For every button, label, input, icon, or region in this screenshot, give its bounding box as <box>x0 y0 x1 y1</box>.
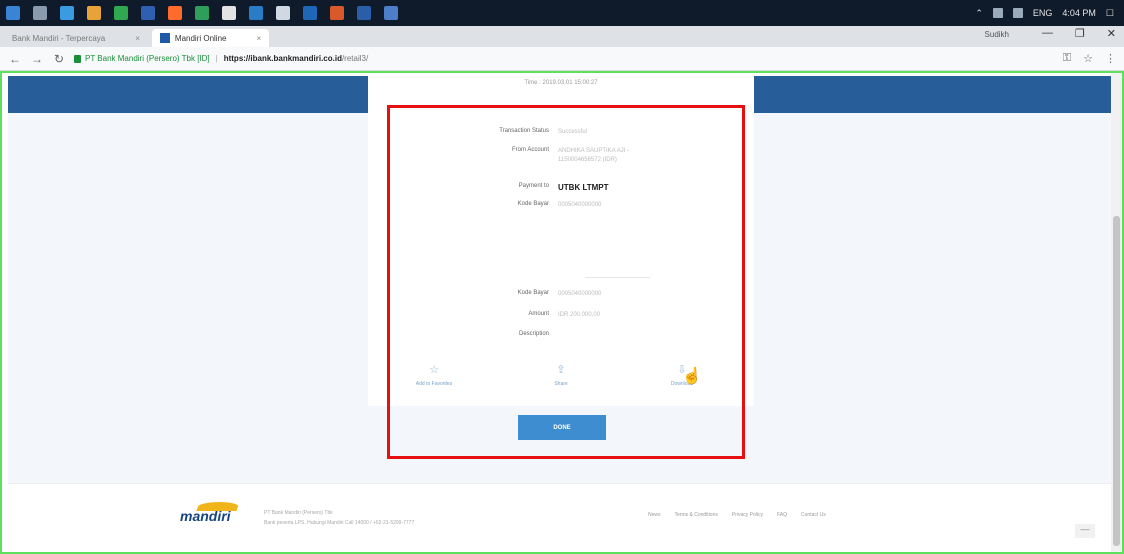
url-host: https://ibank.bankmandiri.co.id <box>223 54 342 63</box>
header-band-left <box>8 76 369 113</box>
minimize-chat-button[interactable]: — <box>1075 524 1095 538</box>
tab-bank-mandiri[interactable]: Bank Mandiri - Terpercaya × <box>4 29 148 47</box>
taskbar-app-icon[interactable] <box>168 6 182 20</box>
tab-mandiri-online[interactable]: Mandiri Online × <box>151 29 270 47</box>
footer-link[interactable]: News <box>648 512 661 518</box>
footer-link[interactable]: Contact Us <box>801 512 826 518</box>
reload-icon[interactable]: ↻ <box>52 52 66 66</box>
taskbar-app-icon[interactable] <box>276 6 290 20</box>
footer-link[interactable]: Privacy Policy <box>732 512 763 518</box>
star-icon[interactable]: ☆ <box>1083 52 1093 65</box>
minimize-button[interactable]: — <box>1042 27 1053 40</box>
taskbar-app-icon[interactable] <box>87 6 101 20</box>
footer-info: PT Bank Mandiri (Persero) Tbk Bank peser… <box>264 508 414 528</box>
system-tray: ⌃ ENG 4:04 PM ☐ <box>975 0 1114 26</box>
footer-company: PT Bank Mandiri (Persero) Tbk <box>264 510 333 516</box>
window-controls: — ❐ ✕ <box>1042 27 1116 40</box>
tab-label: Mandiri Online <box>174 33 227 43</box>
restore-button[interactable]: ❐ <box>1075 27 1085 40</box>
scrollbar[interactable] <box>1111 73 1122 552</box>
taskbar-app-icon[interactable] <box>249 6 263 20</box>
taskbar-app-icon[interactable] <box>303 6 317 20</box>
header-band-right <box>753 76 1113 113</box>
taskbar-app-icon[interactable] <box>357 6 371 20</box>
taskbar-app-icon[interactable] <box>384 6 398 20</box>
start-button[interactable] <box>6 6 20 20</box>
volume-icon[interactable] <box>1012 8 1023 18</box>
browser-tab-strip: Bank Mandiri - Terpercaya × Mandiri Onli… <box>0 26 1124 47</box>
taskbar-app-icon[interactable] <box>141 6 155 20</box>
back-icon[interactable]: ← <box>8 52 22 66</box>
url-path: /retail3/ <box>341 54 369 63</box>
lock-icon <box>74 54 81 63</box>
network-icon[interactable] <box>992 8 1003 18</box>
profile-name[interactable]: Sudikh <box>985 30 1009 39</box>
notification-icon[interactable]: ☐ <box>1106 8 1114 19</box>
footer-link[interactable]: FAQ <box>777 512 787 518</box>
footer-links: News Terms & Conditions Privacy Policy F… <box>648 512 826 518</box>
key-icon[interactable]: ⚿ <box>1063 52 1071 65</box>
language-indicator[interactable]: ENG <box>1033 8 1053 18</box>
close-tab-icon[interactable]: × <box>135 34 140 43</box>
page-footer: mandiri PT Bank Mandiri (Persero) Tbk Ba… <box>8 483 1113 550</box>
footer-lps: Bank peserta LPS. Hubungi Mandiri Call 1… <box>264 520 415 526</box>
taskbar-app-icon[interactable] <box>60 6 74 20</box>
footer-link[interactable]: Terms & Conditions <box>675 512 718 518</box>
mandiri-favicon <box>159 33 170 43</box>
forward-icon[interactable]: → <box>30 52 44 66</box>
taskbar-app-icon[interactable] <box>222 6 236 20</box>
site-identity: PT Bank Mandiri (Persero) Tbk [ID] <box>85 54 210 63</box>
url-separator: | <box>215 54 218 63</box>
red-highlight-box <box>387 105 745 459</box>
mandiri-logo[interactable]: mandiri <box>180 508 231 524</box>
transaction-time: Time : 2019.03.01 15:00:27 <box>524 80 598 86</box>
close-window-button[interactable]: ✕ <box>1107 27 1116 40</box>
chevron-up-icon[interactable]: ⌃ <box>975 8 983 19</box>
taskbar-app-icon[interactable] <box>33 6 47 20</box>
taskbar-app-icon[interactable] <box>114 6 128 20</box>
menu-icon[interactable]: ⋮ <box>1105 52 1116 65</box>
address-bar: ← → ↻ PT Bank Mandiri (Persero) Tbk [ID]… <box>0 47 1124 71</box>
taskbar-app-icon[interactable] <box>195 6 209 20</box>
tab-label: Bank Mandiri - Terpercaya <box>12 33 106 43</box>
scrollbar-thumb[interactable] <box>1113 216 1120 546</box>
clock[interactable]: 4:04 PM <box>1062 8 1096 18</box>
close-tab-icon[interactable]: × <box>256 34 261 43</box>
page-viewport: Time : 2019.03.01 15:00:27 Transaction S… <box>0 71 1124 554</box>
taskbar-app-icon[interactable] <box>330 6 344 20</box>
windows-taskbar: ⌃ ENG 4:04 PM ☐ <box>0 0 1124 26</box>
url-field[interactable]: PT Bank Mandiri (Persero) Tbk [ID] | htt… <box>74 54 368 63</box>
address-bar-actions: ⚿ ☆ ⋮ <box>1063 52 1116 65</box>
